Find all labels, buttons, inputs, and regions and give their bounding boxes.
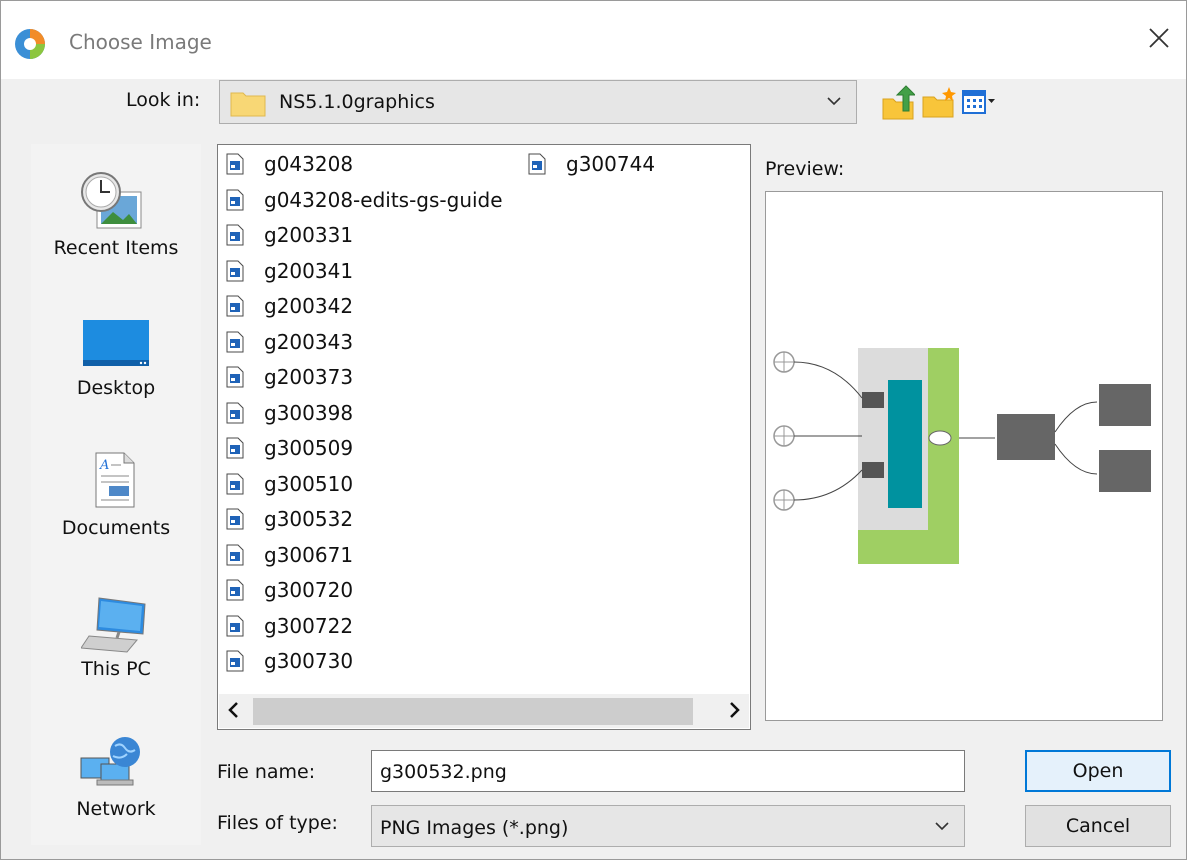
- file-name: g300509: [264, 436, 354, 460]
- file-type-value: PNG Images (*.png): [380, 817, 569, 839]
- preview-pane: [765, 191, 1163, 721]
- file-name: g043208: [264, 152, 354, 176]
- image-file-icon: [226, 224, 244, 246]
- image-file-icon: [528, 153, 546, 175]
- place-network[interactable]: Network: [31, 712, 201, 842]
- image-file-icon: [226, 650, 244, 672]
- up-folder-icon[interactable]: [881, 85, 915, 121]
- scroll-left-icon[interactable]: [227, 700, 241, 720]
- chevron-down-icon: [827, 97, 841, 106]
- file-name: g300671: [264, 542, 354, 567]
- cancel-button[interactable]: Cancel: [1025, 805, 1171, 847]
- folder-icon: [230, 92, 266, 117]
- file-name: g300722: [264, 613, 354, 638]
- recent-items-icon: [81, 172, 142, 229]
- new-folder-icon[interactable]: [921, 85, 957, 121]
- place-desktop[interactable]: Desktop: [31, 286, 201, 416]
- look-in-value: NS5.1.0graphics: [279, 91, 435, 113]
- look-in-combo[interactable]: NS5.1.0graphics: [219, 80, 857, 124]
- image-file-icon: [226, 189, 244, 210]
- scroll-right-icon[interactable]: [727, 700, 741, 720]
- choose-image-dialog: Choose Image Look in: NS5.1.0graphics Re…: [0, 0, 1187, 860]
- image-file-icon: [226, 402, 244, 423]
- image-file-icon: [226, 437, 244, 459]
- file-name: g200373: [264, 365, 354, 389]
- image-file-icon: [226, 544, 244, 565]
- file-name: g200341: [264, 258, 354, 283]
- image-file-icon: [226, 615, 244, 636]
- image-file-icon: [226, 260, 244, 281]
- network-icon: [80, 737, 140, 786]
- preview-label: Preview:: [765, 158, 845, 180]
- image-file-icon: [226, 153, 244, 175]
- title-bar: Choose Image: [1, 1, 1186, 79]
- place-label: Recent Items: [53, 237, 179, 259]
- image-file-icon: [226, 331, 244, 352]
- close-icon[interactable]: [1144, 23, 1174, 53]
- file-name-input[interactable]: g300532.png: [371, 750, 965, 792]
- app-logo-icon: [15, 29, 45, 59]
- image-file-icon: [226, 473, 244, 494]
- place-this-pc[interactable]: This PC: [31, 570, 201, 700]
- file-name: g043208-edits-gs-guide: [264, 187, 503, 212]
- file-name: g300720: [264, 578, 354, 602]
- image-file-icon: [226, 366, 244, 388]
- places-bar: Recent Items Desktop A Documents This PC…: [31, 144, 201, 845]
- file-name: g200342: [264, 294, 354, 318]
- file-name: g300510: [264, 471, 354, 496]
- svg-text:A: A: [99, 458, 109, 473]
- file-name: g300532: [264, 507, 354, 531]
- file-list[interactable]: g043208 g043208-edits-gs-guide g200331 g200…: [217, 144, 751, 730]
- image-file-icon: [226, 295, 244, 317]
- chevron-down-icon: [935, 822, 949, 831]
- file-name: g300744: [566, 152, 656, 176]
- file-type-combo[interactable]: PNG Images (*.png): [371, 805, 965, 847]
- place-recent-items[interactable]: Recent Items: [31, 144, 201, 274]
- look-in-label: Look in:: [126, 89, 201, 111]
- place-documents[interactable]: A Documents: [31, 428, 201, 558]
- image-file-icon: [226, 508, 244, 530]
- horizontal-scrollbar[interactable]: [219, 694, 749, 728]
- place-label: Documents: [61, 517, 171, 539]
- file-name: g200331: [264, 223, 354, 247]
- documents-icon: A: [95, 452, 135, 508]
- file-name: g200343: [264, 329, 354, 354]
- file-name-label: File name:: [217, 761, 316, 783]
- place-label: Network: [76, 798, 156, 820]
- file-name: g300398: [264, 400, 354, 425]
- window-title: Choose Image: [69, 30, 212, 54]
- open-button[interactable]: Open: [1025, 750, 1171, 792]
- preview-image: [773, 348, 1151, 564]
- view-menu-icon[interactable]: [961, 85, 997, 121]
- file-type-label: Files of type:: [217, 812, 338, 834]
- computer-icon: [81, 597, 146, 653]
- desktop-icon: [83, 320, 149, 366]
- file-name: g300730: [264, 649, 354, 673]
- scrollbar-thumb[interactable]: [253, 698, 693, 725]
- place-label: Desktop: [76, 377, 156, 399]
- image-file-icon: [226, 579, 244, 601]
- place-label: This PC: [81, 658, 151, 680]
